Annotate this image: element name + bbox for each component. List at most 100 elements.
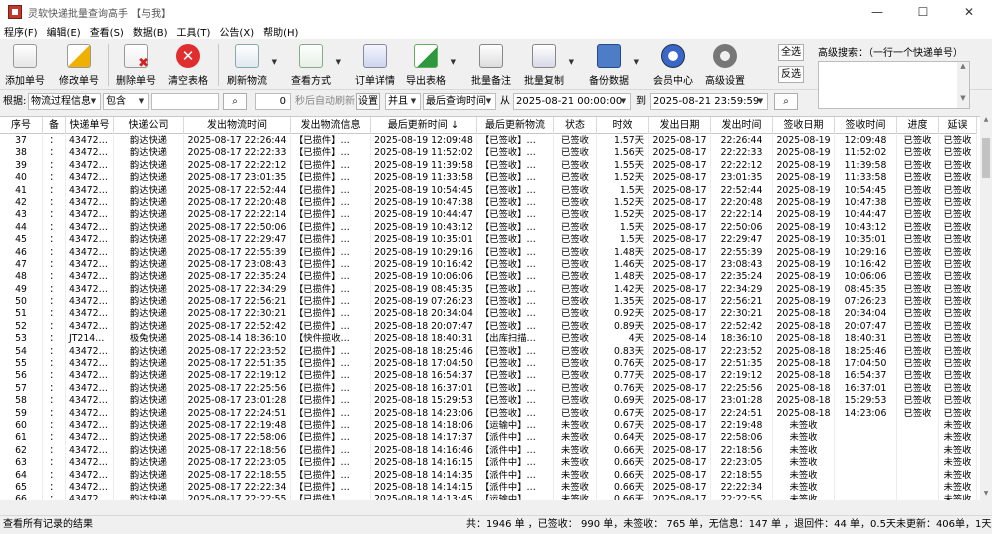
- shipments-table[interactable]: 序号备快递单号 快递公司 发出物流时间 发出物流信息 最后更新时间 ↓ 最后更新物流 状态时…: [0, 116, 992, 500]
- time-field-select[interactable]: 最后查询时间 ▼: [423, 93, 496, 110]
- table-cell: 韵达快递: [114, 258, 184, 272]
- settings-button[interactable]: 设置: [356, 93, 380, 110]
- select-all-button[interactable]: 全选: [778, 44, 804, 61]
- table-row[interactable]: 63： 43472… 韵达快递 2025-08-17 22:23:05 【已揽件】… 20…: [0, 457, 977, 470]
- close-button[interactable]: ✕: [946, 0, 992, 24]
- column-header[interactable]: 最后更新物流: [477, 117, 554, 134]
- from-date-picker[interactable]: 2025-08-21 00:00:00 ▼: [513, 93, 631, 110]
- table-cell: 【已揽件】…: [291, 494, 371, 500]
- table-row[interactable]: 48： 43472… 韵达快递 2025-08-17 22:35:24 【已揽件】… 20…: [0, 271, 977, 284]
- table-row[interactable]: 40： 43472… 韵达快递 2025-08-17 23:01:35 【已揽件】… 20…: [0, 172, 977, 185]
- column-header[interactable]: 签收时间: [835, 117, 897, 134]
- table-cell: 0.92天: [597, 308, 649, 321]
- menu-help[interactable]: 帮助(H): [263, 24, 298, 39]
- column-header[interactable]: 进度: [897, 117, 939, 134]
- menu-view[interactable]: 查看(S): [90, 24, 124, 39]
- table-row[interactable]: 41： 43472… 韵达快递 2025-08-17 22:52:44 【已揽件】… 20…: [0, 184, 977, 197]
- refresh-seconds-input[interactable]: 0: [255, 93, 291, 110]
- table-row[interactable]: 55： 43472… 韵达快递 2025-08-17 22:51:35 【已揽件】… 20…: [0, 358, 977, 371]
- table-row[interactable]: 66： 43472… 韵达快递 2025-08-17 22:22:55 【已揽件】… 20…: [0, 494, 977, 500]
- table-row[interactable]: 62： 43472… 韵达快递 2025-08-17 22:18:56 【已揽件】… 20…: [0, 444, 977, 458]
- column-header[interactable]: 签收日期: [773, 117, 835, 134]
- member-center-button[interactable]: 会员中心: [652, 42, 694, 88]
- table-row[interactable]: 64： 43472… 韵达快递 2025-08-17 22:18:55 【已揽件】… 20…: [0, 469, 977, 482]
- clear-table-button[interactable]: ✕ 清空表格: [167, 42, 209, 88]
- table-row[interactable]: 46： 43472… 韵达快递 2025-08-17 22:55:39 【已揽件】… 20…: [0, 246, 977, 259]
- to-date-picker[interactable]: 2025-08-21 23:59:59 ▼: [650, 93, 768, 110]
- table-row[interactable]: 57： 43472… 韵达快递 2025-08-17 22:25:56 【已揽件】… 20…: [0, 382, 977, 396]
- column-header[interactable]: 序号: [0, 117, 43, 134]
- menu-data[interactable]: 数据(B): [133, 24, 168, 39]
- delete-number-button[interactable]: 删除单号: [115, 42, 157, 88]
- table-row[interactable]: 42： 43472… 韵达快递 2025-08-17 22:20:48 【已揽件】… 20…: [0, 196, 977, 210]
- backup-data-button[interactable]: 备份数据 ▼: [588, 42, 639, 88]
- column-header[interactable]: 时效: [597, 117, 649, 134]
- table-cell: 2025-08-17: [649, 382, 711, 396]
- search-icon-button[interactable]: ⌕: [223, 93, 247, 110]
- table-row[interactable]: 51： 43472… 韵达快递 2025-08-17 22:30:21 【已揽件】… 20…: [0, 308, 977, 321]
- match-mode-select[interactable]: 包含 ▼: [103, 93, 149, 110]
- table-row[interactable]: 37： 43472… 韵达快递 2025-08-17 22:26:44 【已揽件】… 20…: [0, 135, 977, 148]
- table-row[interactable]: 65： 43472… 韵达快递 2025-08-17 22:22:34 【已揽件】… 20…: [0, 481, 977, 495]
- add-number-button[interactable]: 添加单号: [4, 42, 46, 88]
- menu-edit[interactable]: 编辑(E): [47, 24, 81, 39]
- filter-field-select[interactable]: 物流过程信息 ▼: [28, 93, 101, 110]
- table-row[interactable]: 45： 43472… 韵达快递 2025-08-17 22:29:47 【已揽件】… 20…: [0, 234, 977, 247]
- column-header[interactable]: 备: [43, 117, 66, 134]
- column-header[interactable]: 发出时间: [711, 117, 773, 134]
- table-row[interactable]: 53： JT214… 极兔快递 2025-08-14 18:36:10 【快件揽收… 20…: [0, 333, 977, 346]
- menu-tools[interactable]: 工具(T): [177, 24, 211, 39]
- column-header[interactable]: 状态: [554, 117, 597, 134]
- column-header[interactable]: 快递单号: [66, 117, 114, 134]
- table-row[interactable]: 59： 43472… 韵达快递 2025-08-17 22:24:51 【已揽件】… 20…: [0, 407, 977, 420]
- column-header[interactable]: 发出物流时间: [184, 117, 291, 134]
- menu-program[interactable]: 程序(F): [4, 24, 38, 39]
- advanced-search-textarea[interactable]: ▲ ▼: [818, 61, 970, 109]
- vertical-scrollbar[interactable]: ▲ ▼: [980, 116, 992, 500]
- filter-text-input[interactable]: [151, 93, 219, 110]
- batch-note-button[interactable]: 批量备注: [470, 42, 512, 88]
- batch-copy-button[interactable]: 批量复制 ▼: [523, 42, 574, 88]
- column-header[interactable]: 快递公司: [114, 117, 184, 134]
- menu-notice[interactable]: 公告(X): [219, 24, 254, 39]
- table-row[interactable]: 38： 43472… 韵达快递 2025-08-17 22:22:33 【已揽件】… 20…: [0, 147, 977, 160]
- view-mode-button[interactable]: 查看方式 ▼: [290, 42, 341, 88]
- table-row[interactable]: 43： 43472… 韵达快递 2025-08-17 22:22:14 【已揽件】… 20…: [0, 209, 977, 222]
- table-row[interactable]: 56： 43472… 韵达快递 2025-08-17 22:19:12 【已揽件】… 20…: [0, 370, 977, 383]
- table-row[interactable]: 39： 43472… 韵达快递 2025-08-17 22:22:12 【已揽件】… 20…: [0, 159, 977, 173]
- table-cell: 韵达快递: [114, 481, 184, 495]
- table-row[interactable]: 54： 43472… 韵达快递 2025-08-17 22:23:52 【已揽件】… 20…: [0, 345, 977, 359]
- table-row[interactable]: 50： 43472… 韵达快递 2025-08-17 22:56:21 【已揽件】… 20…: [0, 296, 977, 309]
- column-header[interactable]: 最后更新时间 ↓: [371, 117, 477, 134]
- table-row[interactable]: 49： 43472… 韵达快递 2025-08-17 22:34:29 【已揽件】… 20…: [0, 283, 977, 297]
- refresh-logistics-button[interactable]: 刷新物流 ▼: [226, 42, 277, 88]
- column-header[interactable]: 发出日期: [649, 117, 711, 134]
- advanced-settings-button[interactable]: 高级设置: [703, 42, 747, 88]
- table-cell: 49: [0, 283, 43, 297]
- calendar-dropdown-icon: ▼: [757, 97, 764, 105]
- scroll-up-icon[interactable]: ▲: [980, 116, 992, 126]
- table-row[interactable]: 52： 43472… 韵达快递 2025-08-17 22:52:42 【已揽件】… 20…: [0, 320, 977, 334]
- order-details-button[interactable]: 订单详情: [354, 42, 396, 88]
- scroll-down-icon[interactable]: ▼: [980, 490, 992, 500]
- table-cell: ：: [43, 147, 66, 160]
- table-cell: 2025-08-19 10:35:01: [371, 234, 477, 247]
- table-cell: 2025-08-19: [773, 209, 835, 222]
- export-table-button[interactable]: 导出表格 ▼: [405, 42, 456, 88]
- table-row[interactable]: 44： 43472… 韵达快递 2025-08-17 22:50:06 【已揽件】… 20…: [0, 221, 977, 235]
- scroll-thumb[interactable]: [982, 138, 990, 178]
- minimize-button[interactable]: —: [854, 0, 900, 24]
- table-row[interactable]: 60： 43472… 韵达快递 2025-08-17 22:19:48 【已揽件】… 20…: [0, 419, 977, 433]
- textarea-scrollbar[interactable]: ▲ ▼: [957, 62, 969, 108]
- column-header[interactable]: 延误: [939, 117, 977, 134]
- table-row[interactable]: 47： 43472… 韵达快递 2025-08-17 23:08:43 【已揽件】… 20…: [0, 258, 977, 272]
- invert-selection-button[interactable]: 反选: [778, 66, 804, 83]
- date-search-button[interactable]: ⌕: [774, 93, 798, 110]
- logic-select[interactable]: 并且 ▼: [385, 93, 421, 110]
- table-row[interactable]: 61： 43472… 韵达快递 2025-08-17 22:58:06 【已揽件】… 20…: [0, 432, 977, 445]
- column-header[interactable]: 发出物流信息: [291, 117, 371, 134]
- app-window: 灵软快递批量查询高手 【与我】 — ☐ ✕ 程序(F) 编辑(E) 查看(S) …: [0, 0, 992, 534]
- table-row[interactable]: 58： 43472… 韵达快递 2025-08-17 23:01:28 【已揽件】… 20…: [0, 395, 977, 408]
- edit-number-button[interactable]: 修改单号: [58, 42, 100, 88]
- maximize-button[interactable]: ☐: [900, 0, 946, 24]
